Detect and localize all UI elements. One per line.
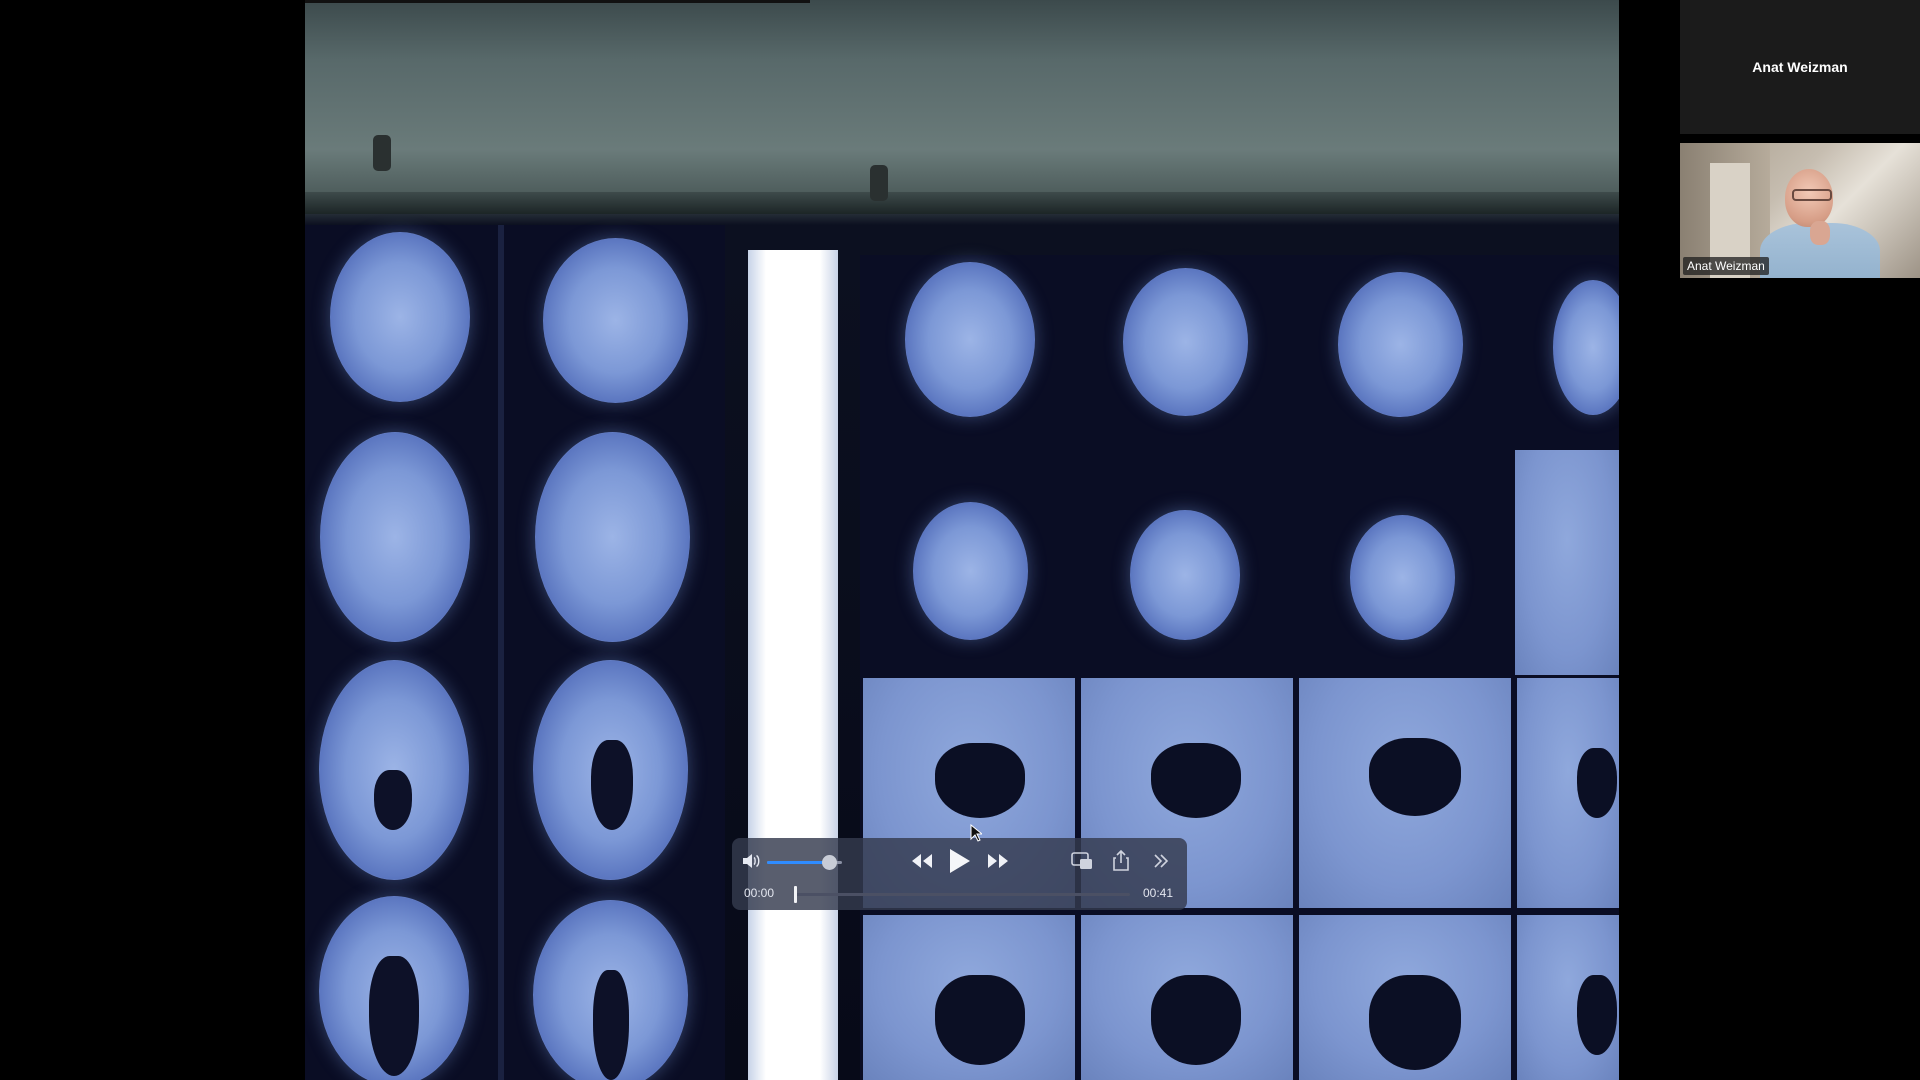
- lightbox-strip: [748, 250, 838, 1080]
- coronal-scan: [1515, 450, 1619, 675]
- picture-in-picture-icon[interactable]: [1070, 850, 1094, 872]
- coronal-scan: [1299, 678, 1511, 908]
- brain-scan: [1130, 510, 1240, 640]
- participant-name: Anat Weizman: [1752, 59, 1848, 75]
- brain-scan: [913, 502, 1028, 640]
- coronal-scan: [1517, 678, 1619, 908]
- seek-bar[interactable]: [794, 886, 1130, 903]
- brain-scan: [319, 660, 469, 880]
- participant-video-tile[interactable]: Anat Weizman: [1680, 143, 1920, 278]
- coronal-scan: [1299, 915, 1511, 1080]
- share-icon[interactable]: [1110, 848, 1132, 872]
- brain-scan: [533, 660, 688, 880]
- volume-knob[interactable]: [821, 855, 837, 870]
- volume-level: [767, 861, 829, 864]
- brain-scan: [905, 262, 1035, 417]
- brain-scan: [320, 432, 470, 642]
- rewind-icon[interactable]: [908, 850, 936, 872]
- brain-scan: [535, 432, 690, 642]
- brain-scan: [543, 238, 688, 403]
- brain-scan: [533, 900, 688, 1080]
- lightbox-rail: [305, 192, 1619, 214]
- more-chevrons-icon[interactable]: [1150, 850, 1172, 872]
- brain-scan: [319, 896, 469, 1080]
- brain-scan: [1350, 515, 1455, 640]
- coronal-scan: [1081, 915, 1293, 1080]
- film-divider: [498, 225, 504, 1080]
- volume-slider[interactable]: [767, 855, 842, 870]
- duration-time: 00:41: [1143, 886, 1174, 900]
- video-top-strip: [305, 0, 810, 3]
- play-icon[interactable]: [945, 847, 973, 875]
- volume-icon[interactable]: [740, 850, 762, 872]
- brain-scan: [1338, 272, 1463, 417]
- shared-video[interactable]: [305, 0, 1619, 1080]
- seek-knob[interactable]: [794, 886, 797, 903]
- fast-forward-icon[interactable]: [984, 850, 1012, 872]
- current-time: 00:00: [744, 886, 775, 900]
- coronal-scan: [863, 915, 1075, 1080]
- media-controls: 00:00 00:41: [732, 838, 1187, 910]
- brain-scan: [330, 232, 470, 402]
- participant-name-tile[interactable]: Anat Weizman: [1680, 0, 1920, 134]
- mouse-cursor-icon: [970, 823, 984, 847]
- participant-video-label: Anat Weizman: [1683, 257, 1769, 275]
- rail-clip: [373, 135, 391, 171]
- rail-clip: [870, 165, 888, 201]
- brain-scan: [1123, 268, 1248, 416]
- coronal-scan: [1517, 915, 1619, 1080]
